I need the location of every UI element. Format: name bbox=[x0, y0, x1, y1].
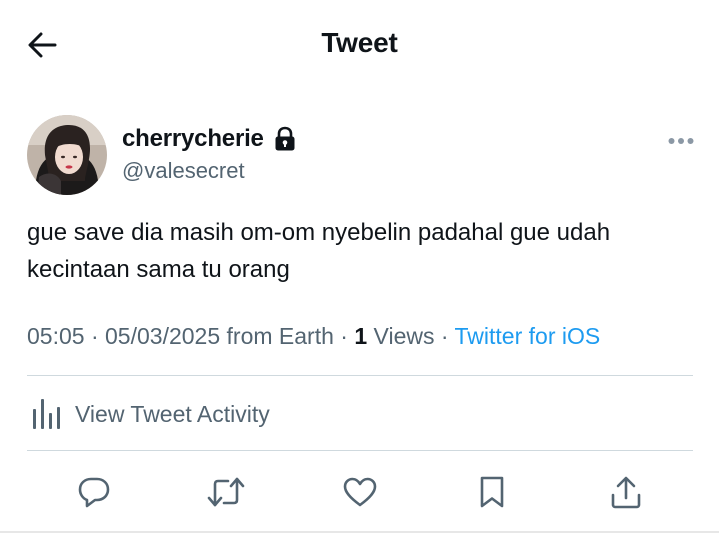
heart-icon bbox=[343, 477, 377, 507]
tweet-location: from Earth bbox=[220, 323, 334, 349]
tweet-text: gue save dia masih om-om nyebelin padaha… bbox=[27, 219, 611, 283]
avatar[interactable] bbox=[27, 115, 107, 195]
divider bbox=[27, 375, 693, 376]
tweet-date[interactable]: 05/03/2025 bbox=[105, 323, 220, 349]
reply-icon bbox=[78, 477, 110, 508]
page-title: Tweet bbox=[321, 27, 398, 58]
ellipsis-icon bbox=[668, 138, 694, 144]
meta-separator: · bbox=[434, 323, 455, 349]
more-options-button[interactable] bbox=[665, 129, 697, 153]
lock-icon bbox=[274, 126, 296, 152]
bookmark-icon bbox=[480, 476, 504, 508]
user-handle[interactable]: @valesecret bbox=[122, 158, 245, 184]
tweet-meta: 05:05 · 05/03/2025 from Earth · 1 Views … bbox=[27, 323, 600, 350]
tweet-time[interactable]: 05:05 bbox=[27, 323, 85, 349]
views-count: 1 bbox=[354, 323, 368, 349]
bookmark-button[interactable] bbox=[472, 468, 512, 516]
bar-chart-icon bbox=[33, 399, 60, 429]
display-name[interactable]: cherrycherie bbox=[122, 125, 264, 153]
avatar-image bbox=[27, 115, 107, 195]
reply-button[interactable] bbox=[74, 468, 114, 516]
share-icon bbox=[611, 476, 641, 509]
share-button[interactable] bbox=[606, 468, 646, 516]
display-name-row: cherrycherie bbox=[122, 125, 296, 153]
tweet-source-link[interactable]: Twitter for iOS bbox=[455, 323, 601, 349]
top-bar: Tweet bbox=[0, 0, 719, 90]
tweet-actions bbox=[0, 468, 719, 516]
retweet-icon bbox=[207, 477, 245, 507]
view-tweet-activity-label: View Tweet Activity bbox=[75, 400, 270, 427]
retweet-button[interactable] bbox=[206, 468, 246, 516]
divider bbox=[27, 450, 693, 451]
like-button[interactable] bbox=[340, 468, 380, 516]
meta-separator: · bbox=[84, 323, 106, 349]
tweet-author: cherrycherie @valesecret bbox=[27, 115, 697, 197]
meta-separator: · bbox=[333, 323, 355, 349]
view-tweet-activity[interactable]: View Tweet Activity bbox=[27, 394, 270, 434]
views-label: Views bbox=[367, 323, 435, 349]
